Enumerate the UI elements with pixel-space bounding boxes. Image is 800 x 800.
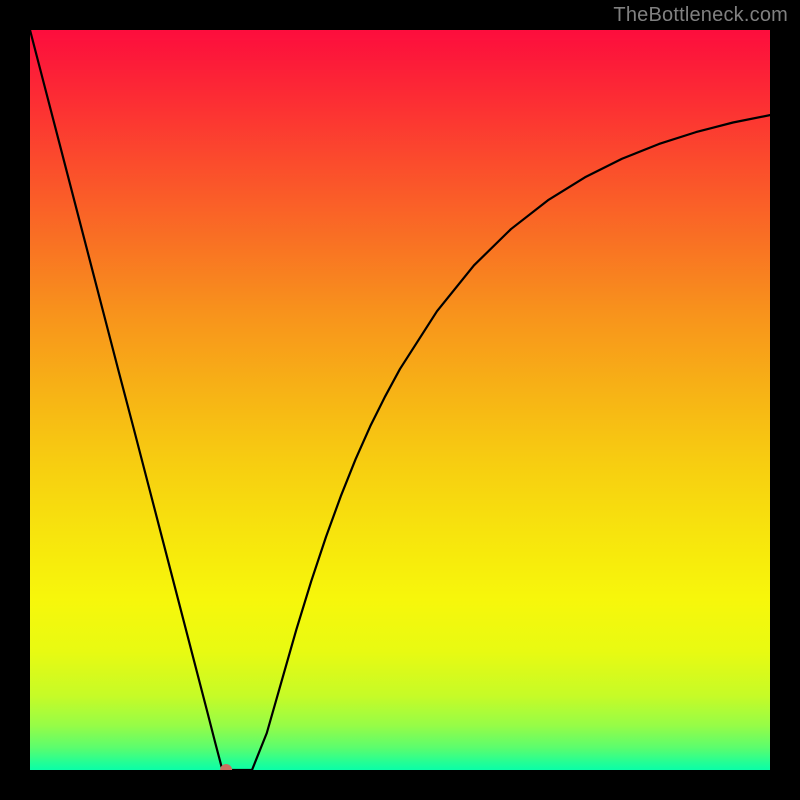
chart-background — [30, 30, 770, 770]
plot-area — [30, 30, 770, 770]
watermark-text: TheBottleneck.com — [613, 4, 788, 27]
chart-frame: TheBottleneck.com — [0, 0, 800, 800]
chart-svg — [30, 30, 770, 770]
